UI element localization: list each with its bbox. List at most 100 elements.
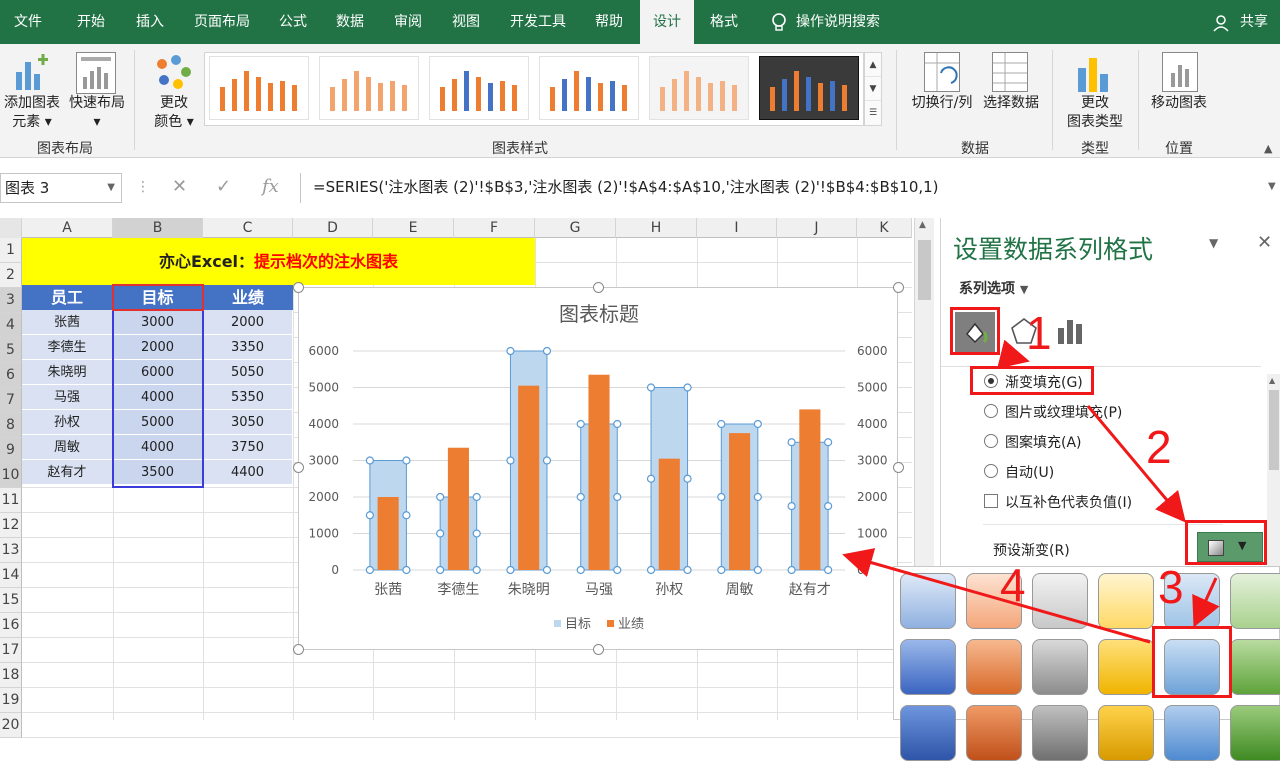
row-header[interactable]: 12	[0, 513, 22, 538]
row-header[interactable]: 18	[0, 663, 22, 688]
expand-formula-icon[interactable]: ▼	[1268, 181, 1276, 192]
table-cell[interactable]: 李德生	[22, 335, 113, 360]
tell-me-search[interactable]: 操作说明搜索	[796, 0, 900, 44]
preset-gradient-swatch[interactable]	[1032, 639, 1088, 695]
table-cell[interactable]: 朱晓明	[22, 360, 113, 385]
switch-row-column-button[interactable]: 切换行/列	[904, 94, 980, 113]
table-cell[interactable]: 4000	[113, 385, 203, 410]
row-header[interactable]: 20	[0, 713, 22, 738]
row-header[interactable]: 16	[0, 613, 22, 638]
table-header-employee[interactable]: 员工	[22, 285, 113, 310]
table-cell[interactable]: 马强	[22, 385, 113, 410]
tab-insert[interactable]: 插入	[122, 0, 178, 44]
table-cell[interactable]: 6000	[113, 360, 203, 385]
preset-gradient-swatch[interactable]	[1230, 705, 1280, 761]
table-cell[interactable]: 5050	[203, 360, 293, 385]
table-cell[interactable]: 3750	[203, 435, 293, 460]
resize-handle[interactable]	[593, 644, 604, 655]
preset-gradient-swatch[interactable]	[1098, 573, 1154, 629]
quick-layout-button[interactable]: 快速布局 ▾	[64, 94, 130, 132]
sheet-title[interactable]: 亦心Excel：提示档次的注水图表	[22, 238, 535, 285]
col-header-j[interactable]: J	[777, 218, 857, 238]
enter-icon[interactable]: ✓	[216, 176, 231, 197]
formula-input[interactable]: =SERIES('注水图表 (2)'!$B$3,'注水图表 (2)'!$A$4:…	[300, 173, 1280, 203]
chart-style-3[interactable]	[429, 56, 529, 120]
tab-developer[interactable]: 开发工具	[496, 0, 580, 44]
row-header[interactable]: 13	[0, 538, 22, 563]
row-header[interactable]: 6	[0, 363, 22, 388]
tab-help[interactable]: 帮助	[582, 0, 636, 44]
row-header[interactable]: 10	[0, 463, 22, 488]
row-header[interactable]: 4	[0, 313, 22, 338]
row-header[interactable]: 15	[0, 588, 22, 613]
table-cell[interactable]: 3000	[113, 310, 203, 335]
collapse-ribbon-icon[interactable]: ▲	[1264, 142, 1272, 155]
invert-checkbox[interactable]	[984, 494, 998, 508]
table-cell[interactable]: 5350	[203, 385, 293, 410]
gallery-more-icon[interactable]: ☰	[865, 101, 881, 125]
chart-style-6[interactable]	[759, 56, 859, 120]
col-header-d[interactable]: D	[293, 218, 373, 238]
cancel-icon[interactable]: ✕	[172, 176, 187, 197]
move-chart-button[interactable]: 移动图表	[1142, 94, 1216, 113]
table-header-target[interactable]: 目标	[113, 285, 203, 310]
resize-handle[interactable]	[293, 462, 304, 473]
row-header[interactable]: 19	[0, 688, 22, 713]
gallery-scroll[interactable]: ▲ ▼ ☰	[864, 52, 882, 126]
table-cell[interactable]: 2000	[203, 310, 293, 335]
row-header[interactable]: 1	[0, 238, 22, 263]
add-chart-element-button[interactable]: 添加图表 元素 ▾	[0, 94, 64, 132]
preset-gradient-swatch[interactable]	[966, 639, 1022, 695]
resize-handle[interactable]	[893, 462, 904, 473]
resize-handle[interactable]	[893, 282, 904, 293]
table-cell[interactable]: 孙权	[22, 410, 113, 435]
row-header[interactable]: 11	[0, 488, 22, 513]
table-header-performance[interactable]: 业绩	[203, 285, 293, 310]
preset-gradient-swatch[interactable]	[900, 573, 956, 629]
tab-view[interactable]: 视图	[438, 0, 494, 44]
table-cell[interactable]: 3500	[113, 460, 203, 485]
resize-handle[interactable]	[293, 644, 304, 655]
col-header-b[interactable]: B	[113, 218, 203, 238]
preset-gradient-swatch[interactable]	[1230, 639, 1280, 695]
col-header-h[interactable]: H	[616, 218, 697, 238]
chart-area[interactable]: 图表标题 0 0 1000 1000 2000 2000 3000 3000 4000 4000 50…	[298, 287, 898, 650]
chart-style-1[interactable]	[209, 56, 309, 120]
close-icon[interactable]: ✕	[1257, 232, 1272, 253]
preset-gradient-swatch[interactable]	[1098, 705, 1154, 761]
preset-gradient-swatch[interactable]	[900, 705, 956, 761]
col-header-a[interactable]: A	[22, 218, 113, 238]
preset-gradient-swatch[interactable]	[1032, 705, 1088, 761]
row-header[interactable]: 9	[0, 438, 22, 463]
change-chart-type-button[interactable]: 更改 图表类型	[1060, 94, 1130, 132]
insert-function-icon[interactable]: fx	[262, 176, 279, 197]
col-header-i[interactable]: I	[697, 218, 777, 238]
resize-handle[interactable]	[293, 282, 304, 293]
select-all[interactable]	[0, 218, 22, 238]
tab-review[interactable]: 审阅	[380, 0, 436, 44]
table-cell[interactable]: 4400	[203, 460, 293, 485]
gallery-down-icon[interactable]: ▼	[865, 77, 881, 101]
col-header-k[interactable]: K	[857, 218, 912, 238]
radio-pattern-fill[interactable]	[984, 434, 998, 448]
series-options-dropdown[interactable]: 系列选项 ▼	[959, 278, 1028, 298]
chart-style-2[interactable]	[319, 56, 419, 120]
table-cell[interactable]: 周敏	[22, 435, 113, 460]
tab-file[interactable]: 文件	[0, 0, 56, 44]
col-header-e[interactable]: E	[373, 218, 454, 238]
radio-picture-fill[interactable]	[984, 404, 998, 418]
change-colors-button[interactable]: 更改 颜色 ▾	[146, 94, 202, 132]
row-header[interactable]: 3	[0, 288, 22, 313]
tab-page-layout[interactable]: 页面布局	[180, 0, 264, 44]
preset-gradient-swatch[interactable]	[1164, 705, 1220, 761]
table-cell[interactable]: 赵有才	[22, 460, 113, 485]
row-header[interactable]: 17	[0, 638, 22, 663]
table-cell[interactable]: 4000	[113, 435, 203, 460]
col-header-c[interactable]: C	[203, 218, 293, 238]
pane-options-icon[interactable]: ▼	[1209, 236, 1218, 250]
row-header[interactable]: 7	[0, 388, 22, 413]
tab-design[interactable]: 设计	[640, 0, 694, 44]
resize-handle[interactable]	[593, 282, 604, 293]
table-cell[interactable]: 2000	[113, 335, 203, 360]
chart-style-5[interactable]	[649, 56, 749, 120]
